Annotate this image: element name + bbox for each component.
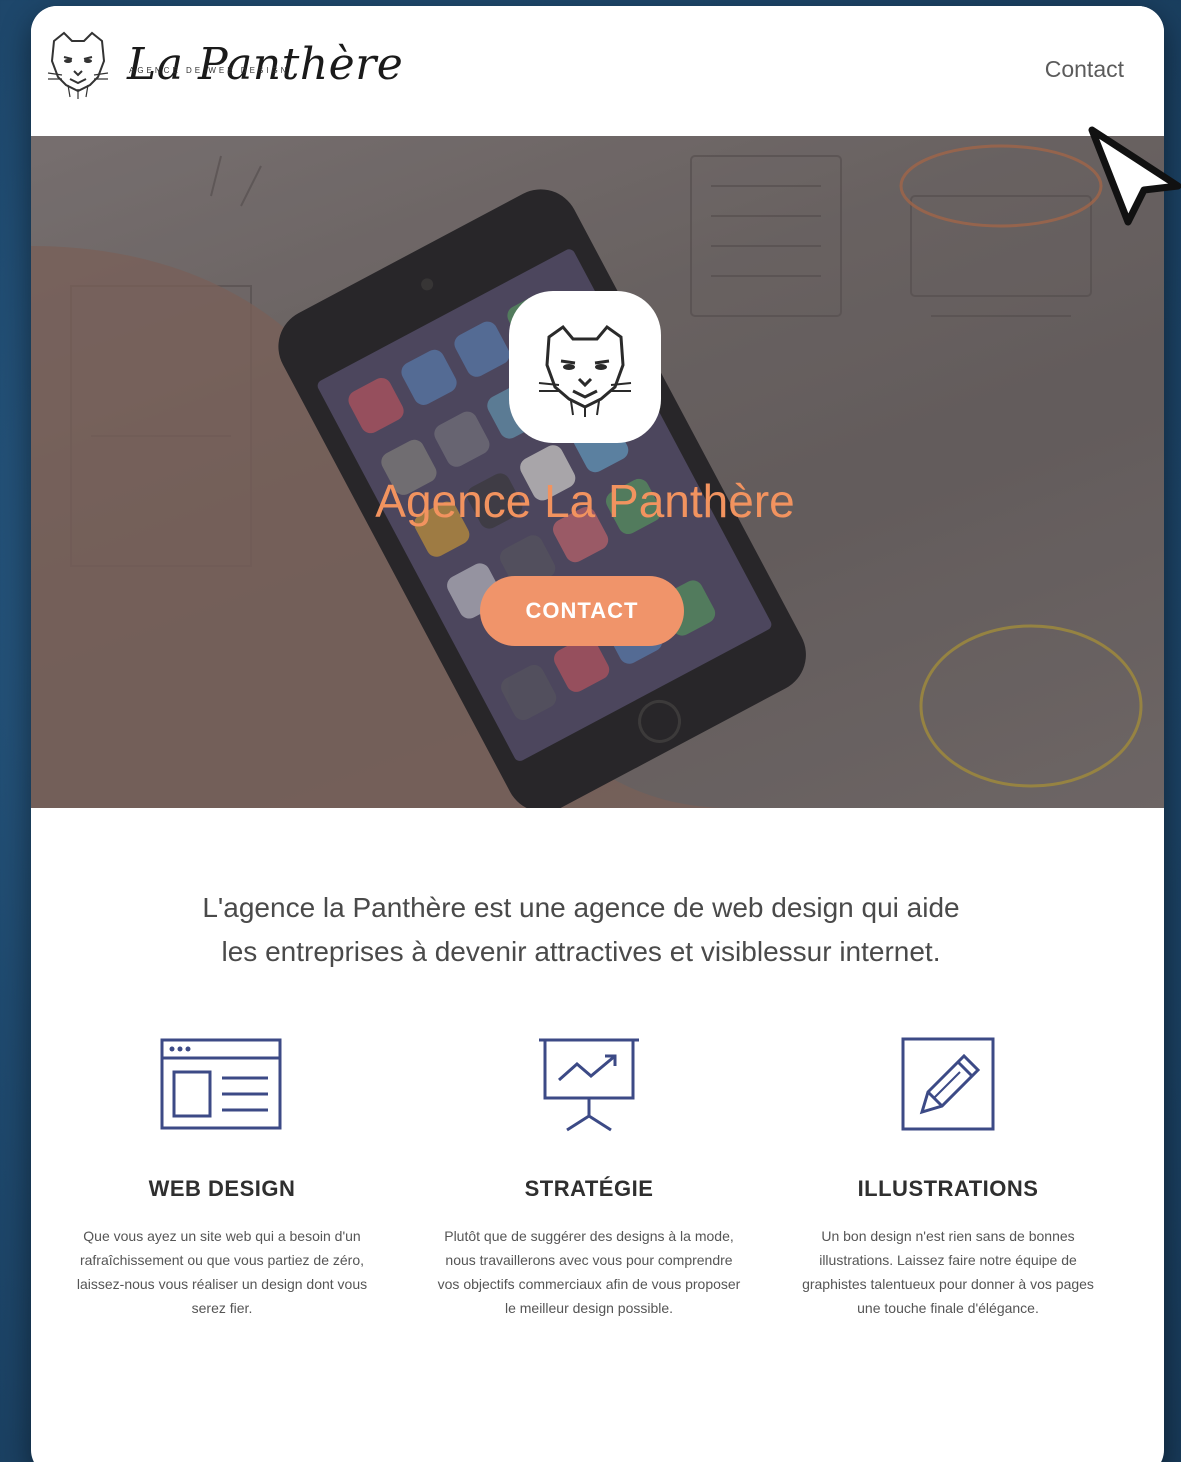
hero-section: Agence La Panthère CONTACT bbox=[31, 136, 1164, 808]
hero-title: Agence La Panthère bbox=[375, 475, 795, 527]
feature-title: ILLUSTRATIONS bbox=[857, 1176, 1039, 1201]
browser-window-icon bbox=[57, 1036, 387, 1146]
pencil-icon bbox=[783, 1036, 1113, 1146]
feature-text: Plutôt que de suggérer des designs à la … bbox=[437, 1228, 741, 1316]
feature-web-design: WEB DESIGN Que vous ayez un site web qui… bbox=[57, 1036, 387, 1320]
feature-title: STRATÉGIE bbox=[524, 1176, 654, 1201]
intro-line-2: les entreprises à devenir attractives et… bbox=[221, 936, 941, 967]
panther-logo-icon bbox=[43, 24, 113, 104]
feature-illustrations: ILLUSTRATIONS Un bon design n'est rien s… bbox=[783, 1036, 1113, 1320]
site-header: La Panthère AGENCE DE WEB DESIGN Contact bbox=[31, 6, 1164, 136]
feature-title: WEB DESIGN bbox=[148, 1176, 296, 1201]
feature-text: Un bon design n'est rien sans de bonnes … bbox=[802, 1228, 1094, 1316]
intro-line-1: L'agence la Panthère est une agence de w… bbox=[202, 892, 960, 923]
logo-tagline: AGENCE DE WEB DESIGN bbox=[129, 66, 290, 75]
site-logo[interactable]: La Panthère bbox=[43, 24, 403, 104]
panther-head-icon bbox=[509, 291, 661, 443]
feature-text: Que vous ayez un site web qui a besoin d… bbox=[76, 1228, 368, 1316]
browser-page: La Panthère AGENCE DE WEB DESIGN Contact bbox=[31, 6, 1164, 1462]
mouse-cursor-icon bbox=[1086, 124, 1181, 234]
feature-strategie: STRATÉGIE Plutôt que de suggérer des des… bbox=[424, 1036, 754, 1320]
presentation-chart-icon bbox=[424, 1036, 754, 1146]
nav-contact-link[interactable]: Contact bbox=[1045, 56, 1124, 83]
logo-text: La Panthère bbox=[127, 38, 404, 90]
intro-text: L'agence la Panthère est une agence de w… bbox=[151, 886, 1011, 974]
features-section: WEB DESIGN Que vous ayez un site web qui… bbox=[31, 1036, 1164, 1376]
hero-contact-button[interactable]: CONTACT bbox=[480, 576, 684, 646]
hero-overlay bbox=[31, 136, 1164, 808]
